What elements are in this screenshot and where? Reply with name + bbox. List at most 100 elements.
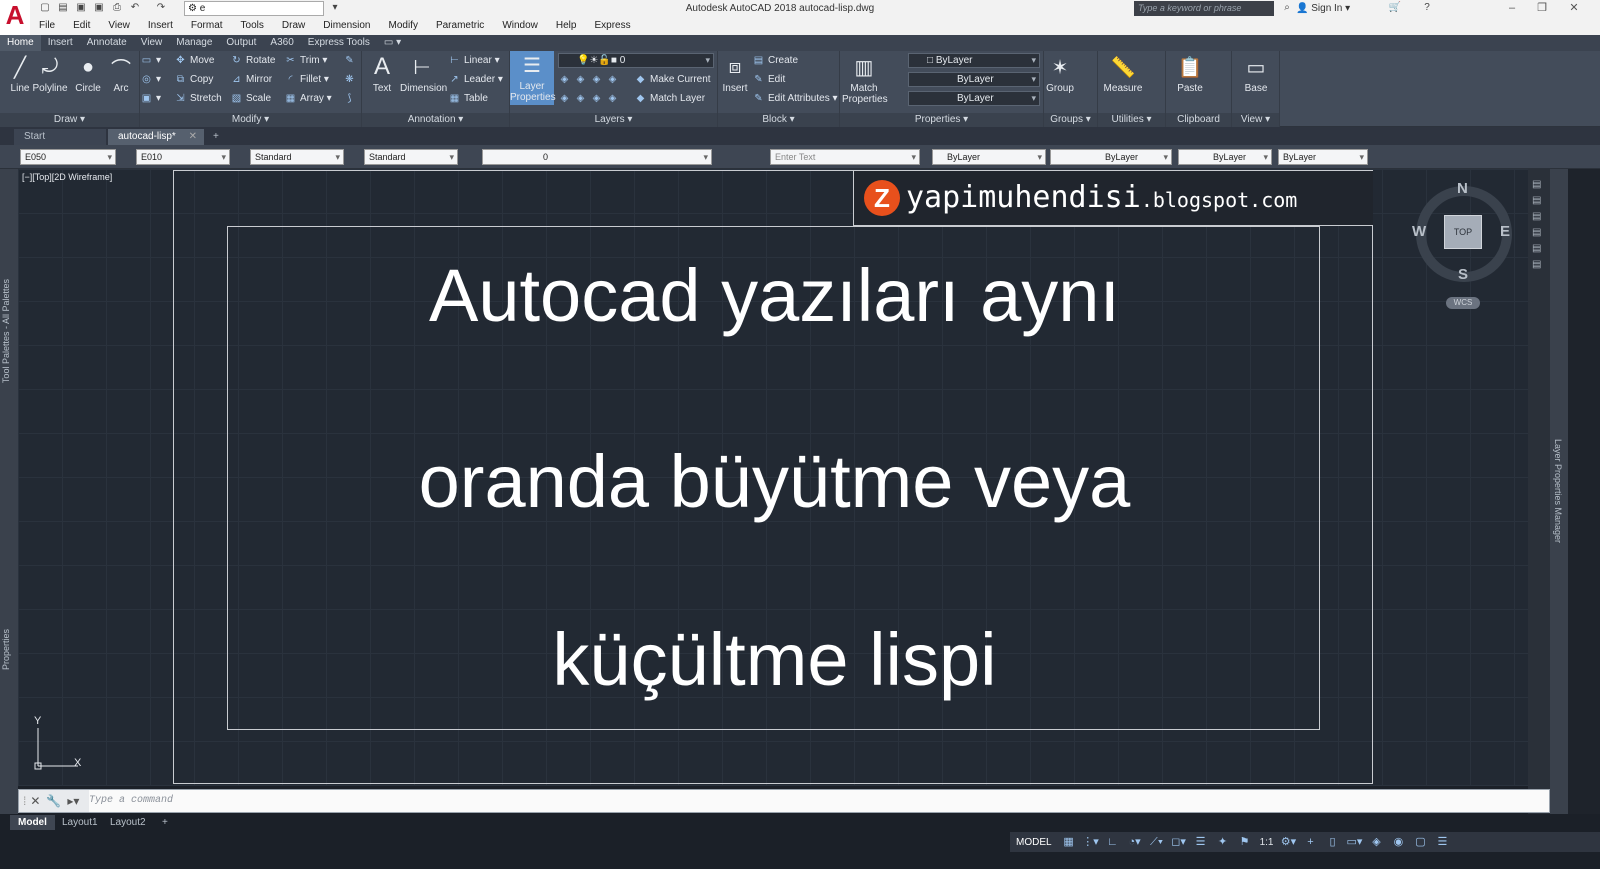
- text-button[interactable]: A Text: [362, 53, 402, 94]
- compass-east[interactable]: E: [1500, 223, 1510, 240]
- drawing-canvas[interactable]: [−][Top][2D Wireframe] Autocad yazıları …: [18, 169, 1528, 786]
- paste-button[interactable]: 📋 Paste: [1170, 53, 1210, 95]
- customize-icon[interactable]: 🔧: [46, 794, 61, 808]
- isolate-icon[interactable]: ▯: [1321, 832, 1343, 852]
- drawing-text-line-3[interactable]: küçültme lispi: [228, 617, 1321, 702]
- autocad-logo[interactable]: A: [0, 0, 30, 36]
- open-icon[interactable]: ▤: [56, 2, 70, 14]
- ribbon-options-icon[interactable]: ▭ ▾: [377, 35, 408, 51]
- redo-icon[interactable]: ↷: [154, 2, 168, 14]
- tab-express-tools[interactable]: Express Tools: [301, 35, 377, 51]
- menu-parametric[interactable]: Parametric: [427, 17, 493, 35]
- tab-home[interactable]: Home: [0, 35, 41, 51]
- compass-north[interactable]: N: [1457, 180, 1468, 197]
- help-icon[interactable]: ?: [1420, 2, 1434, 14]
- drawing-text-line-2[interactable]: oranda büyütme veya: [228, 439, 1321, 524]
- plot-icon[interactable]: ⎙: [110, 2, 124, 14]
- nav-bar-icons[interactable]: ▤ ▤ ▤ ▤ ▤ ▤: [1532, 177, 1546, 277]
- menu-express[interactable]: Express: [585, 17, 639, 35]
- layer-tools-row2[interactable]: ◈ ◈ ◈ ◈: [558, 90, 622, 107]
- leader-button[interactable]: ↗ Leader ▾: [448, 71, 503, 88]
- snap-icon[interactable]: ⋮▾: [1080, 832, 1102, 852]
- group-button[interactable]: ✶ Group: [1044, 53, 1076, 95]
- explode-button[interactable]: ❋: [343, 71, 359, 88]
- copy-button[interactable]: ⧉ Copy: [174, 71, 213, 88]
- arc-button[interactable]: ⌒ Arc: [101, 53, 141, 95]
- workspace-switch-icon[interactable]: ◈: [1365, 832, 1387, 852]
- left-palette-strip[interactable]: Tool Palettes - All Palettes Properties: [0, 169, 18, 814]
- base-button[interactable]: ▭ Base: [1236, 53, 1276, 95]
- mirror-button[interactable]: ⊿ Mirror: [230, 71, 272, 88]
- close-command-line-icon[interactable]: ✕: [30, 794, 40, 808]
- grid-icon[interactable]: ▦: [1058, 832, 1080, 852]
- tab-layout1[interactable]: Layout1: [54, 815, 106, 830]
- command-input[interactable]: Type a command: [89, 790, 173, 812]
- create-block-button[interactable]: ▤ Create: [752, 52, 798, 69]
- new-tab-icon[interactable]: +: [208, 129, 228, 145]
- lineweight-toolbar-dropdown[interactable]: ByLayer: [1178, 149, 1272, 165]
- mleader-style-dropdown[interactable]: Standard: [364, 149, 458, 165]
- properties-palette-label[interactable]: Properties: [1, 629, 11, 670]
- right-palette-strip[interactable]: Layer Properties Manager: [1550, 169, 1568, 814]
- hatch-button[interactable]: ◎ ▾: [140, 71, 161, 88]
- panel-clipboard-title[interactable]: Clipboard: [1166, 113, 1231, 127]
- doc-tab-autocad-lisp[interactable]: autocad-lisp* ✕: [108, 129, 204, 145]
- color-dropdown[interactable]: □ ByLayer: [908, 53, 1040, 68]
- text-style-dropdown[interactable]: E050: [20, 149, 116, 165]
- doc-tab-start[interactable]: Start: [14, 129, 106, 145]
- workspace-dropdown[interactable]: ⚙ e: [184, 1, 324, 16]
- tab-a360[interactable]: A360: [263, 35, 300, 51]
- quick-access-menu-icon[interactable]: ▾: [328, 2, 342, 14]
- match-layer-button[interactable]: ◆ Match Layer: [634, 90, 705, 107]
- region-button[interactable]: ▣ ▾: [140, 90, 161, 107]
- ortho-icon[interactable]: ∟: [1102, 832, 1124, 852]
- tool-palettes-label[interactable]: Tool Palettes - All Palettes: [1, 279, 11, 383]
- drawing-text-line-1[interactable]: Autocad yazıları aynı: [228, 253, 1321, 338]
- menu-dimension[interactable]: Dimension: [314, 17, 379, 35]
- scale-button[interactable]: ▧ Scale: [230, 90, 271, 107]
- panel-view-title[interactable]: View ▾: [1232, 113, 1279, 127]
- hardware-acceleration-icon[interactable]: ◉: [1387, 832, 1409, 852]
- menu-window[interactable]: Window: [493, 17, 547, 35]
- panel-layers-title[interactable]: Layers ▾: [510, 113, 717, 127]
- panel-utilities-title[interactable]: Utilities ▾: [1098, 113, 1165, 127]
- rectangle-button[interactable]: ▭ ▾: [140, 52, 161, 69]
- viewcube-top-face[interactable]: TOP: [1444, 215, 1482, 249]
- restore-icon[interactable]: ❐: [1530, 0, 1554, 17]
- layer-toolbar-dropdown[interactable]: 0: [482, 149, 712, 165]
- plotstyle-toolbar-dropdown[interactable]: ByLayer: [1278, 149, 1368, 165]
- table-style-dropdown[interactable]: Standard: [250, 149, 344, 165]
- panel-groups-title[interactable]: Groups ▾: [1044, 113, 1097, 127]
- close-tab-icon[interactable]: ✕: [189, 131, 197, 142]
- polyline-button[interactable]: ⤾ Polyline: [30, 53, 70, 95]
- stretch-button[interactable]: ⇲ Stretch: [174, 90, 221, 107]
- layer-dropdown[interactable]: 💡☀🔓■ 0: [558, 53, 714, 68]
- edit-attributes-button[interactable]: ✎ Edit Attributes ▾: [752, 90, 837, 107]
- panel-modify-title[interactable]: Modify ▾: [140, 113, 361, 127]
- menu-help[interactable]: Help: [547, 17, 586, 35]
- measure-button[interactable]: 📏 Measure: [1100, 53, 1146, 95]
- tab-layout2[interactable]: Layout2: [102, 815, 154, 830]
- tab-annotate[interactable]: Annotate: [80, 35, 134, 51]
- save-icon[interactable]: ▣: [74, 2, 88, 14]
- menu-view[interactable]: View: [99, 17, 139, 35]
- add-layout-icon[interactable]: +: [154, 815, 176, 830]
- menu-format[interactable]: Format: [182, 17, 232, 35]
- tab-model[interactable]: Model: [10, 815, 55, 830]
- minimize-icon[interactable]: –: [1500, 0, 1524, 17]
- binoculars-icon[interactable]: ⌕: [1280, 2, 1294, 14]
- fillet-button[interactable]: ◜ Fillet ▾: [284, 71, 329, 88]
- layer-tools-row1[interactable]: ◈ ◈ ◈ ◈: [558, 71, 622, 88]
- polar-icon[interactable]: ◔▾: [1124, 832, 1146, 852]
- wcs-menu[interactable]: WCS: [1446, 297, 1480, 309]
- offset-button[interactable]: ⟆: [343, 90, 359, 107]
- viewport-controls[interactable]: [−][Top][2D Wireframe]: [22, 172, 112, 182]
- trim-button[interactable]: ✂ Trim ▾: [284, 52, 327, 69]
- panel-properties-title[interactable]: Properties ▾: [840, 113, 1043, 127]
- compass-south[interactable]: S: [1458, 266, 1468, 283]
- insert-button[interactable]: ⧈ Insert: [718, 53, 752, 95]
- menu-modify[interactable]: Modify: [380, 17, 427, 35]
- dim-style-dropdown[interactable]: E010: [136, 149, 230, 165]
- menu-file[interactable]: File: [30, 17, 64, 35]
- dimension-button[interactable]: ⊢ Dimension: [400, 53, 447, 95]
